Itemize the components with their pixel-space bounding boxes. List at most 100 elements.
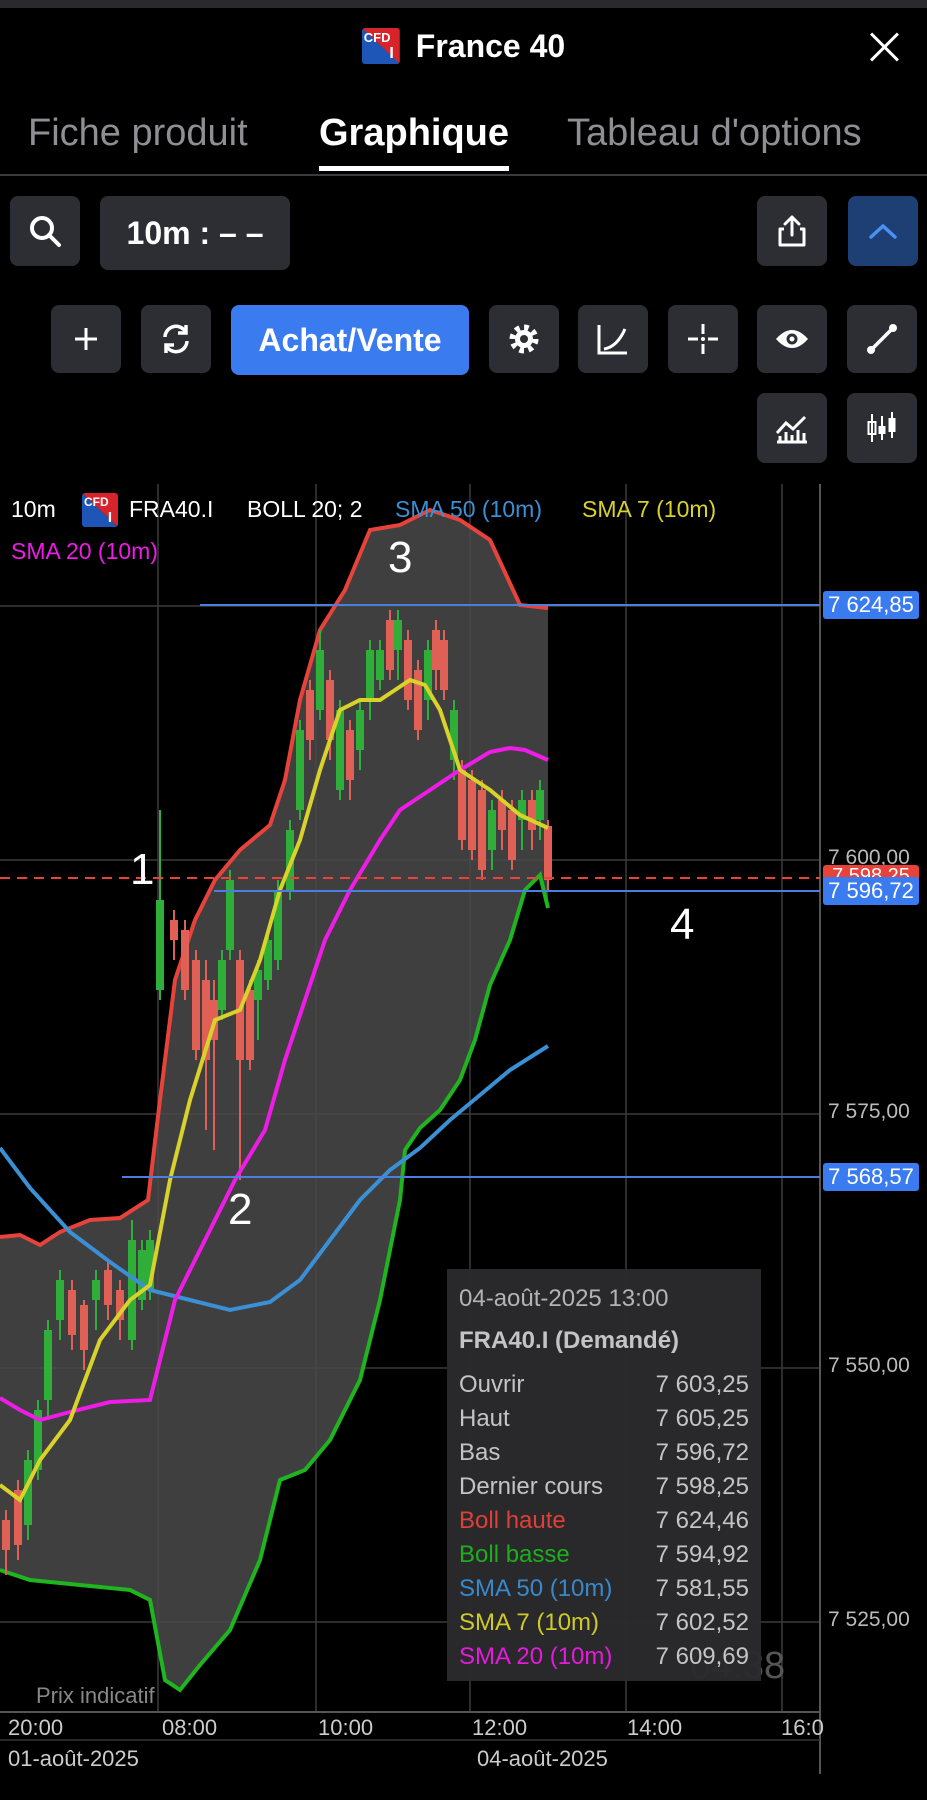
visibility-button[interactable] (757, 305, 827, 373)
legend-cfd-logo: CFD I (82, 493, 118, 527)
candle-body (432, 630, 440, 670)
status-strip (0, 0, 927, 8)
search-icon (30, 216, 61, 247)
annotation-2: 2 (228, 1185, 253, 1234)
candle-body (536, 790, 544, 820)
draw-line-button[interactable] (847, 305, 917, 373)
tooltip-row: Haut 7 605,25 (459, 1405, 749, 1432)
collapse-toolbar-button[interactable] (848, 196, 918, 266)
plus-icon (75, 328, 97, 350)
annotation-4: 4 (670, 900, 695, 949)
x-axis-label: 16:0 (781, 1715, 824, 1740)
timeframe-selector[interactable]: 10m : – – (100, 196, 290, 270)
candle-body (488, 810, 496, 850)
legend-interval: 10m (11, 496, 56, 522)
curve-icon (597, 325, 627, 355)
y-axis-label: 7 575,00 (828, 1100, 910, 1123)
date-label: 01-août-2025 (8, 1746, 139, 1771)
share-button[interactable] (757, 196, 827, 266)
close-icon[interactable] (867, 30, 901, 64)
candle-body (376, 650, 384, 680)
candle-body (356, 710, 364, 750)
refresh-button[interactable] (141, 305, 211, 373)
candle-body (366, 650, 374, 700)
candle-body (2, 1520, 10, 1550)
y-axis-label: 7 525,00 (828, 1608, 910, 1631)
candle-body (192, 960, 200, 1050)
candlestick-icon (867, 412, 896, 442)
achat-vente-button[interactable]: Achat/Vente (231, 305, 469, 375)
settings-button[interactable] (489, 305, 559, 373)
x-axis-label: 12:00 (472, 1715, 528, 1740)
candle-body (346, 730, 354, 780)
candle-body (544, 826, 552, 880)
candle-body (306, 690, 314, 740)
legend-boll[interactable]: BOLL 20; 2 (247, 496, 363, 523)
legend-sma20[interactable]: SMA 20 (10m) (11, 538, 158, 565)
candle-body (296, 730, 304, 810)
candle-body (170, 920, 178, 940)
tab-bar: Fiche produit Graphique Tableau d'option… (0, 108, 927, 176)
legend-sma7[interactable]: SMA 7 (10m) (582, 496, 716, 523)
eye-icon (776, 330, 808, 348)
watermark: Prix indicatif (36, 1683, 155, 1708)
tooltip-instrument: FRA40.I (Demandé) (459, 1327, 680, 1354)
candle-body (414, 670, 422, 730)
legend-symbol: FRA40.I (129, 496, 214, 522)
tooltip-row: Ouvrir 7 603,25 (459, 1371, 749, 1398)
candle-body (316, 650, 324, 710)
chart-legend: 10m (11, 496, 56, 523)
cfd-logo: CFD I (361, 28, 400, 64)
header: CFD I France 40 (0, 26, 927, 66)
candle-body (181, 930, 189, 990)
candle-body (80, 1305, 88, 1350)
indicators-button[interactable] (757, 393, 827, 463)
candle-body (478, 790, 486, 870)
page-title: France 40 (415, 27, 566, 64)
candle-body (156, 900, 164, 990)
candle-body (68, 1290, 76, 1335)
candle-body (394, 620, 402, 650)
candle-body (44, 1330, 52, 1400)
candle-body (104, 1270, 112, 1305)
price-tag-upper[interactable]: 7 624,85 (823, 591, 919, 619)
x-axis-label: 08:00 (162, 1715, 218, 1740)
indicator-chart-icon (775, 415, 807, 444)
add-button[interactable] (51, 305, 121, 373)
x-axis-label: 20:00 (8, 1715, 64, 1740)
chart-type-button[interactable] (578, 305, 648, 373)
x-axis-label: 10:00 (318, 1715, 374, 1740)
tooltip-row: SMA 7 (10m) 7 602,52 (459, 1609, 749, 1636)
price-tag-lower[interactable]: 7 568,57 (823, 1163, 919, 1191)
tooltip-row: Boll haute 7 624,46 (459, 1507, 749, 1534)
candle-body (468, 780, 476, 850)
candle-body (246, 990, 254, 1060)
candle-body (404, 640, 412, 700)
x-axis-label: 14:00 (627, 1715, 683, 1740)
candle-body (92, 1280, 100, 1300)
share-icon (778, 215, 806, 247)
tooltip-row: Boll basse 7 594,92 (459, 1541, 749, 1568)
tab-fiche-produit[interactable]: Fiche produit (28, 112, 248, 155)
price-tag-current-low[interactable]: 7 596,72 (823, 877, 919, 905)
tooltip-row: Dernier cours 7 598,25 (459, 1473, 749, 1500)
search-button[interactable] (10, 196, 80, 266)
tab-tableau-options[interactable]: Tableau d'options (567, 112, 862, 155)
candles-button[interactable] (847, 393, 917, 463)
active-tab-indicator (319, 166, 509, 171)
legend-sma50[interactable]: SMA 50 (10m) (395, 496, 542, 523)
crosshair-button[interactable] (668, 305, 738, 373)
candle-body (56, 1280, 64, 1320)
annotation-1: 1 (130, 845, 155, 894)
tab-graphique[interactable]: Graphique (319, 112, 509, 155)
data-tooltip: 04-août-2025 13:00 FRA40.I (Demandé) Ouv… (447, 1269, 761, 1681)
y-axis-label: 7 550,00 (828, 1354, 910, 1377)
tooltip-datetime: 04-août-2025 13:00 (459, 1285, 669, 1312)
candle-body (128, 1240, 136, 1340)
crosshair-icon (688, 324, 718, 354)
tooltip-row: SMA 50 (10m) 7 581,55 (459, 1575, 749, 1602)
tooltip-row: Bas 7 596,72 (459, 1439, 749, 1466)
annotation-3: 3 (388, 533, 413, 582)
candle-body (386, 620, 394, 670)
date-label: 04-août-2025 (477, 1746, 608, 1771)
